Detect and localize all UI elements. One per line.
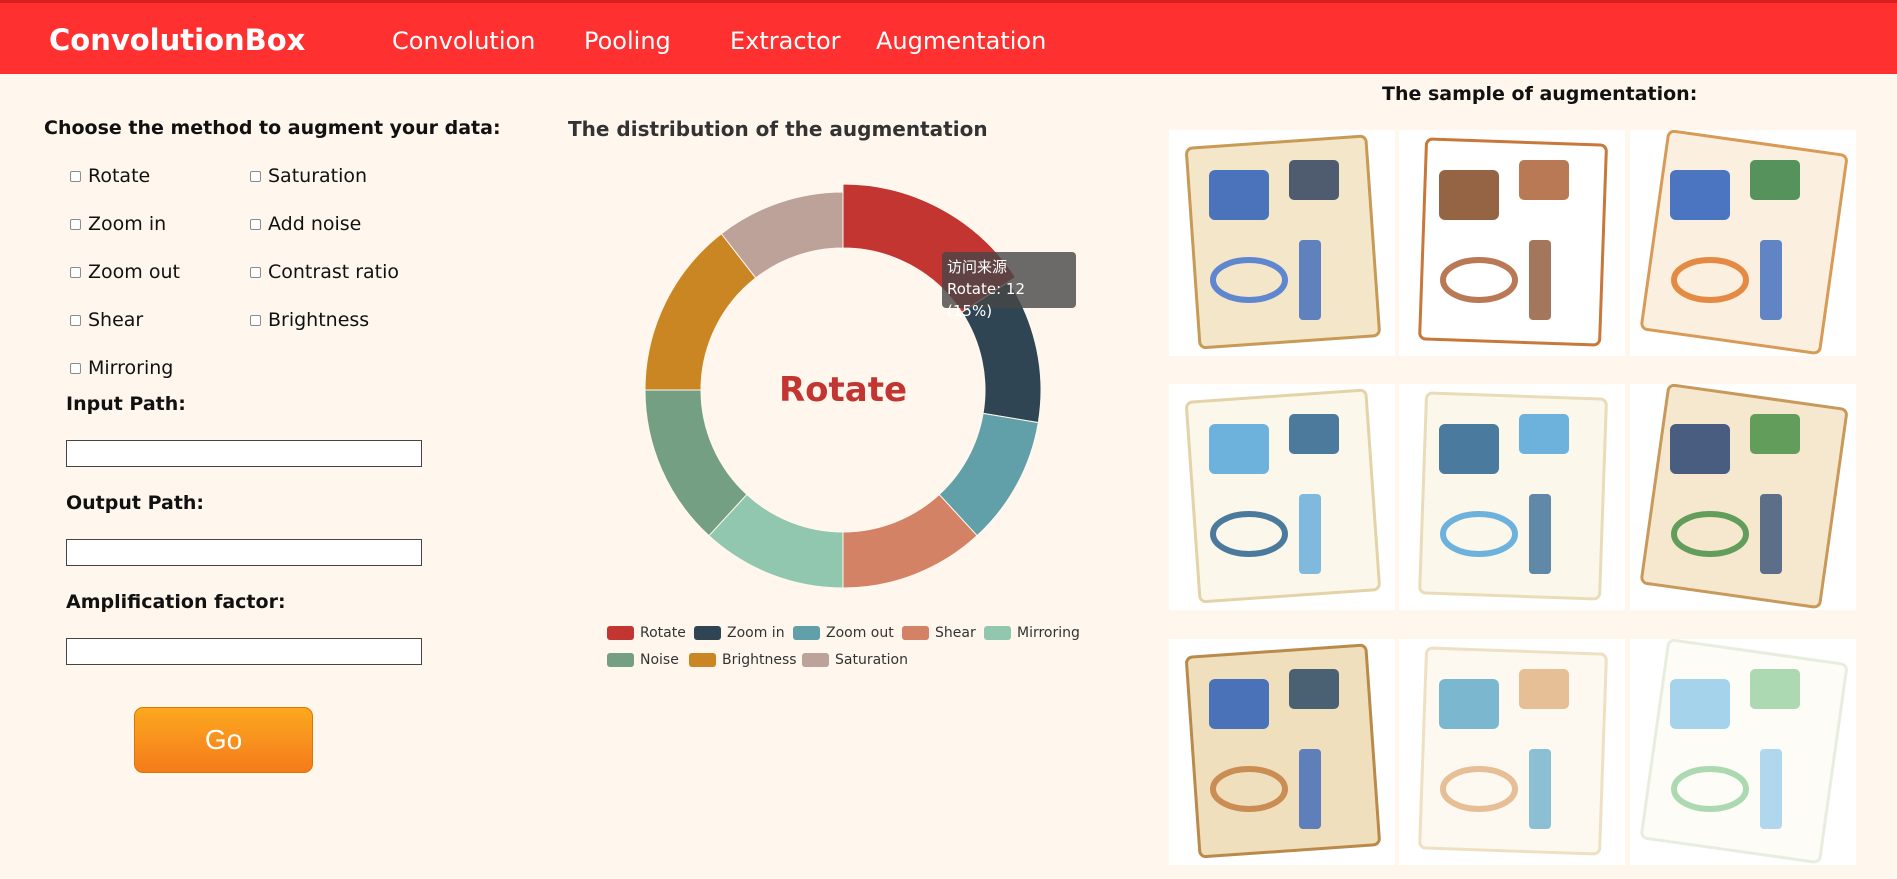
sample-image bbox=[1399, 130, 1625, 356]
sample-image bbox=[1169, 130, 1395, 356]
tooltip-title: 访问来源 bbox=[947, 258, 1008, 276]
sample-image bbox=[1169, 639, 1395, 865]
legend-swatch bbox=[902, 626, 929, 640]
legend-swatch bbox=[689, 653, 716, 667]
legend-item-mirroring[interactable]: Mirroring bbox=[984, 625, 1080, 641]
legend-item-zoom-out[interactable]: Zoom out bbox=[793, 625, 894, 641]
legend-swatch bbox=[607, 626, 634, 640]
xray-image bbox=[1399, 384, 1625, 610]
legend-label: Saturation bbox=[835, 652, 908, 668]
legend-label: Noise bbox=[640, 652, 679, 668]
sample-image bbox=[1399, 384, 1625, 610]
legend-swatch bbox=[793, 626, 820, 640]
legend-item-noise[interactable]: Noise bbox=[607, 652, 679, 668]
chart-tooltip: 访问来源 Rotate: 12 (15%) bbox=[942, 252, 1076, 320]
legend-swatch bbox=[984, 626, 1011, 640]
legend-item-shear[interactable]: Shear bbox=[902, 625, 976, 641]
legend-label: Brightness bbox=[722, 652, 797, 668]
legend-label: Zoom out bbox=[826, 625, 894, 641]
legend-label: Rotate bbox=[640, 625, 686, 641]
xray-image bbox=[1399, 130, 1625, 356]
legend-item-brightness[interactable]: Brightness bbox=[689, 652, 797, 668]
legend-label: Zoom in bbox=[727, 625, 785, 641]
legend-item-saturation[interactable]: Saturation bbox=[802, 652, 908, 668]
xray-image bbox=[1630, 384, 1856, 610]
legend-item-rotate[interactable]: Rotate bbox=[607, 625, 686, 641]
sample-image bbox=[1630, 384, 1856, 610]
legend-swatch bbox=[802, 653, 829, 667]
xray-image bbox=[1630, 130, 1856, 356]
legend-item-zoom-in[interactable]: Zoom in bbox=[694, 625, 785, 641]
xray-image bbox=[1399, 639, 1625, 865]
chart-center-label: Rotate bbox=[778, 370, 908, 410]
xray-image bbox=[1169, 130, 1395, 356]
legend-label: Mirroring bbox=[1017, 625, 1080, 641]
legend-swatch bbox=[607, 653, 634, 667]
legend-label: Shear bbox=[935, 625, 976, 641]
sample-image bbox=[1630, 130, 1856, 356]
xray-image bbox=[1169, 639, 1395, 865]
sample-image bbox=[1169, 384, 1395, 610]
tooltip-value: Rotate: 12 (15%) bbox=[947, 280, 1026, 320]
sample-image bbox=[1399, 639, 1625, 865]
sample-title: The sample of augmentation: bbox=[1382, 83, 1698, 105]
legend-swatch bbox=[694, 626, 721, 640]
xray-image bbox=[1630, 639, 1856, 865]
xray-image bbox=[1169, 384, 1395, 610]
sample-image bbox=[1630, 639, 1856, 865]
